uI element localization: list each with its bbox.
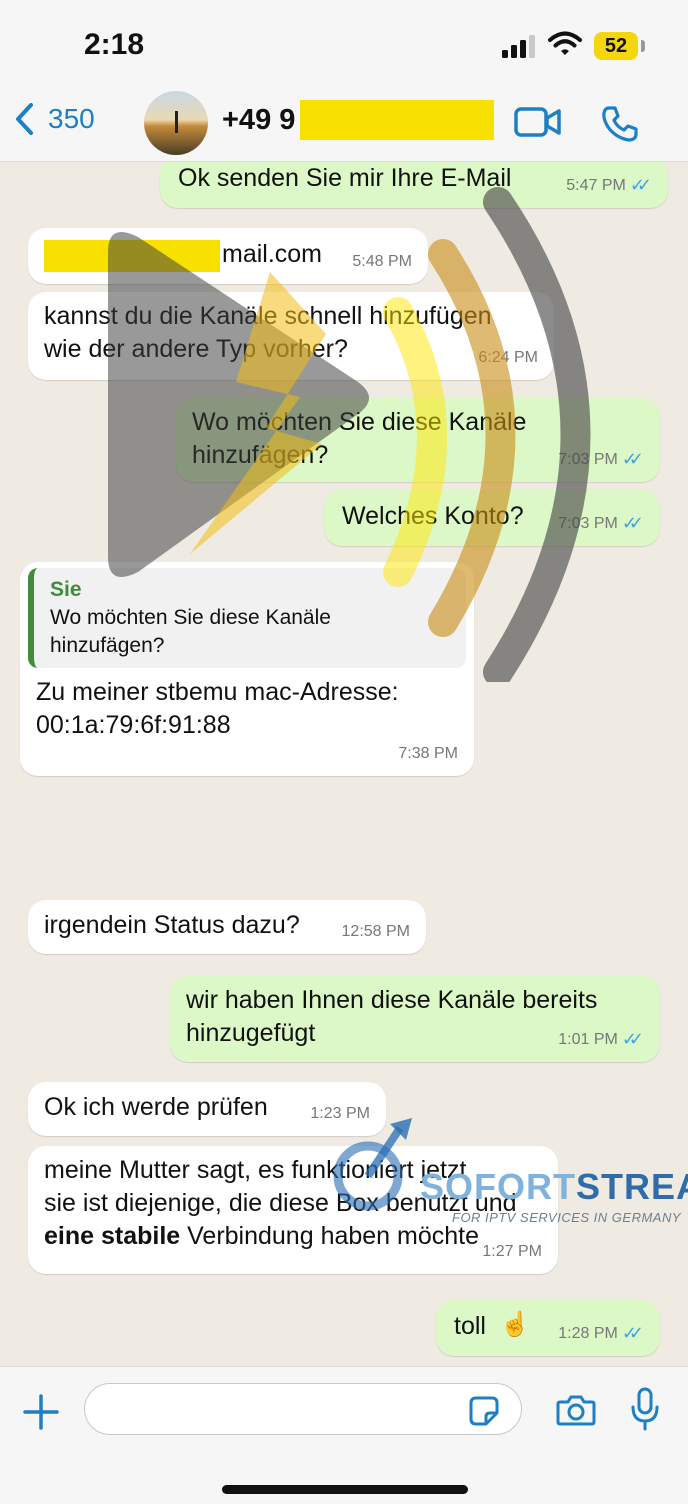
message-bubble-incoming[interactable]: Ok ich werde prüfen 1:23 PM (28, 1082, 386, 1136)
quoted-text-line: Wo möchten Sie diese Kanäle (50, 606, 331, 629)
redacted-email (44, 240, 220, 272)
message-bubble-outgoing[interactable]: Welches Konto? 7:03 PM ✓✓ (324, 490, 660, 546)
microphone-icon[interactable] (630, 1387, 660, 1431)
message-time: 7:03 PM (558, 515, 618, 532)
video-call-icon[interactable] (514, 106, 562, 138)
quoted-text-line: hinzufägen? (50, 634, 165, 657)
message-text-line: wir haben Ihnen diese Kanäle bereits (186, 986, 598, 1014)
battery-indicator: 52 (594, 32, 638, 60)
read-ticks-icon: ✓✓ (621, 1029, 644, 1049)
back-button[interactable]: 350 (14, 102, 95, 136)
message-text-line: kannst du die Kanäle schnell hinzufügen (44, 302, 492, 330)
message-time: 7:03 PM (558, 451, 618, 468)
chat-area[interactable]: Ok senden Sie mir Ihre E-Mail 5:47 PM ✓✓ … (0, 162, 688, 1366)
battery-tip (641, 40, 645, 52)
status-bar: 2:18 52 (0, 0, 688, 88)
message-meta: 7:03 PM ✓✓ (558, 507, 644, 540)
message-text: Ok senden Sie mir Ihre E-Mail (178, 164, 512, 192)
message-meta: 5:48 PM (352, 245, 412, 278)
back-chevron-icon (16, 103, 33, 135)
message-meta: 1:23 PM (310, 1097, 370, 1130)
cellular-signal-icon (502, 35, 535, 58)
camera-icon[interactable] (556, 1393, 596, 1427)
plus-icon[interactable] (22, 1393, 60, 1431)
pointing-up-emoji: ☝️ (500, 1311, 530, 1338)
message-bubble-outgoing[interactable]: toll ☝️ 1:28 PM ✓✓ (436, 1300, 660, 1356)
message-input[interactable] (84, 1383, 522, 1435)
message-meta: 6:24 PM (478, 341, 538, 374)
message-time: 1:27 PM (482, 1243, 542, 1260)
status-time: 2:18 (84, 28, 145, 61)
contact-avatar[interactable] (144, 91, 208, 155)
message-composer (0, 1366, 688, 1504)
message-meta: 1:28 PM ✓✓ (558, 1317, 644, 1350)
message-bubble-outgoing[interactable]: wir haben Ihnen diese Kanäle bereits hin… (170, 976, 660, 1062)
message-bubble-incoming[interactable]: mail.com 5:48 PM (28, 228, 428, 284)
wifi-icon (548, 31, 582, 55)
read-ticks-icon: ✓✓ (629, 175, 652, 195)
message-meta: 1:01 PM ✓✓ (558, 1023, 644, 1056)
message-text: mail.com (222, 240, 323, 268)
brand-tagline: FOR IPTV SERVICES IN GERMANY (452, 1210, 682, 1225)
message-time: 1:28 PM (558, 1325, 618, 1342)
message-meta: 7:38 PM (398, 737, 458, 770)
message-bubble-incoming[interactable]: irgendein Status dazu? 12:58 PM (28, 900, 426, 954)
message-meta: 5:47 PM ✓✓ (566, 169, 652, 202)
brand-name-part: SOFORT (420, 1166, 576, 1207)
message-bubble-outgoing[interactable]: Wo möchten Sie diese Kanäle hinzufägen? … (176, 398, 660, 482)
message-time: 7:38 PM (398, 745, 458, 762)
phone-icon[interactable] (600, 104, 640, 144)
contact-name[interactable]: +49 9 (222, 104, 295, 137)
brand-name-watermark: SOFORTSTREAM (420, 1166, 688, 1208)
sticker-icon[interactable] (468, 1395, 500, 1427)
quoted-sender: Sie (50, 578, 82, 601)
unread-count: 350 (48, 103, 95, 134)
bold-text: eine stabile (44, 1222, 181, 1250)
message-time: 1:01 PM (558, 1031, 618, 1048)
message-time: 12:58 PM (341, 923, 410, 940)
message-bubble-incoming[interactable]: kannst du die Kanäle schnell hinzufügen … (28, 292, 554, 380)
message-meta: 7:03 PM ✓✓ (558, 443, 644, 476)
home-indicator (222, 1485, 468, 1494)
message-text-line: 00:1a:79:6f:91:88 (36, 711, 231, 739)
message-text: toll (454, 1312, 486, 1340)
message-text: Ok ich werde prüfen (44, 1093, 268, 1121)
chat-header: 350 +49 9 (0, 88, 688, 162)
message-text: Verbindung haben möchte (180, 1222, 480, 1250)
message-text-line: wie der andere Typ vorher? (44, 335, 348, 363)
read-ticks-icon: ✓✓ (621, 449, 644, 469)
message-meta: 1:27 PM (482, 1235, 542, 1268)
message-time: 6:24 PM (478, 349, 538, 366)
message-bubble-incoming[interactable]: Sie Wo möchten Sie diese Kanäle hinzufäg… (20, 562, 474, 776)
message-text: Welches Konto? (342, 502, 524, 530)
redacted-number (300, 100, 494, 140)
message-time: 1:23 PM (310, 1105, 370, 1122)
message-text: irgendein Status dazu? (44, 911, 300, 939)
brand-name-part: STREAM (576, 1166, 688, 1207)
message-text-line: Wo möchten Sie diese Kanäle (192, 408, 527, 436)
message-bubble-outgoing[interactable]: Ok senden Sie mir Ihre E-Mail 5:47 PM ✓✓ (160, 162, 668, 208)
quoted-message[interactable]: Sie Wo möchten Sie diese Kanäle hinzufäg… (28, 568, 466, 668)
read-ticks-icon: ✓✓ (621, 1323, 644, 1343)
read-ticks-icon: ✓✓ (621, 513, 644, 533)
message-meta: 12:58 PM (342, 915, 410, 948)
message-time: 5:48 PM (352, 253, 412, 270)
message-time: 5:47 PM (566, 177, 626, 194)
message-text-line: Zu meiner stbemu mac-Adresse: (36, 678, 399, 706)
